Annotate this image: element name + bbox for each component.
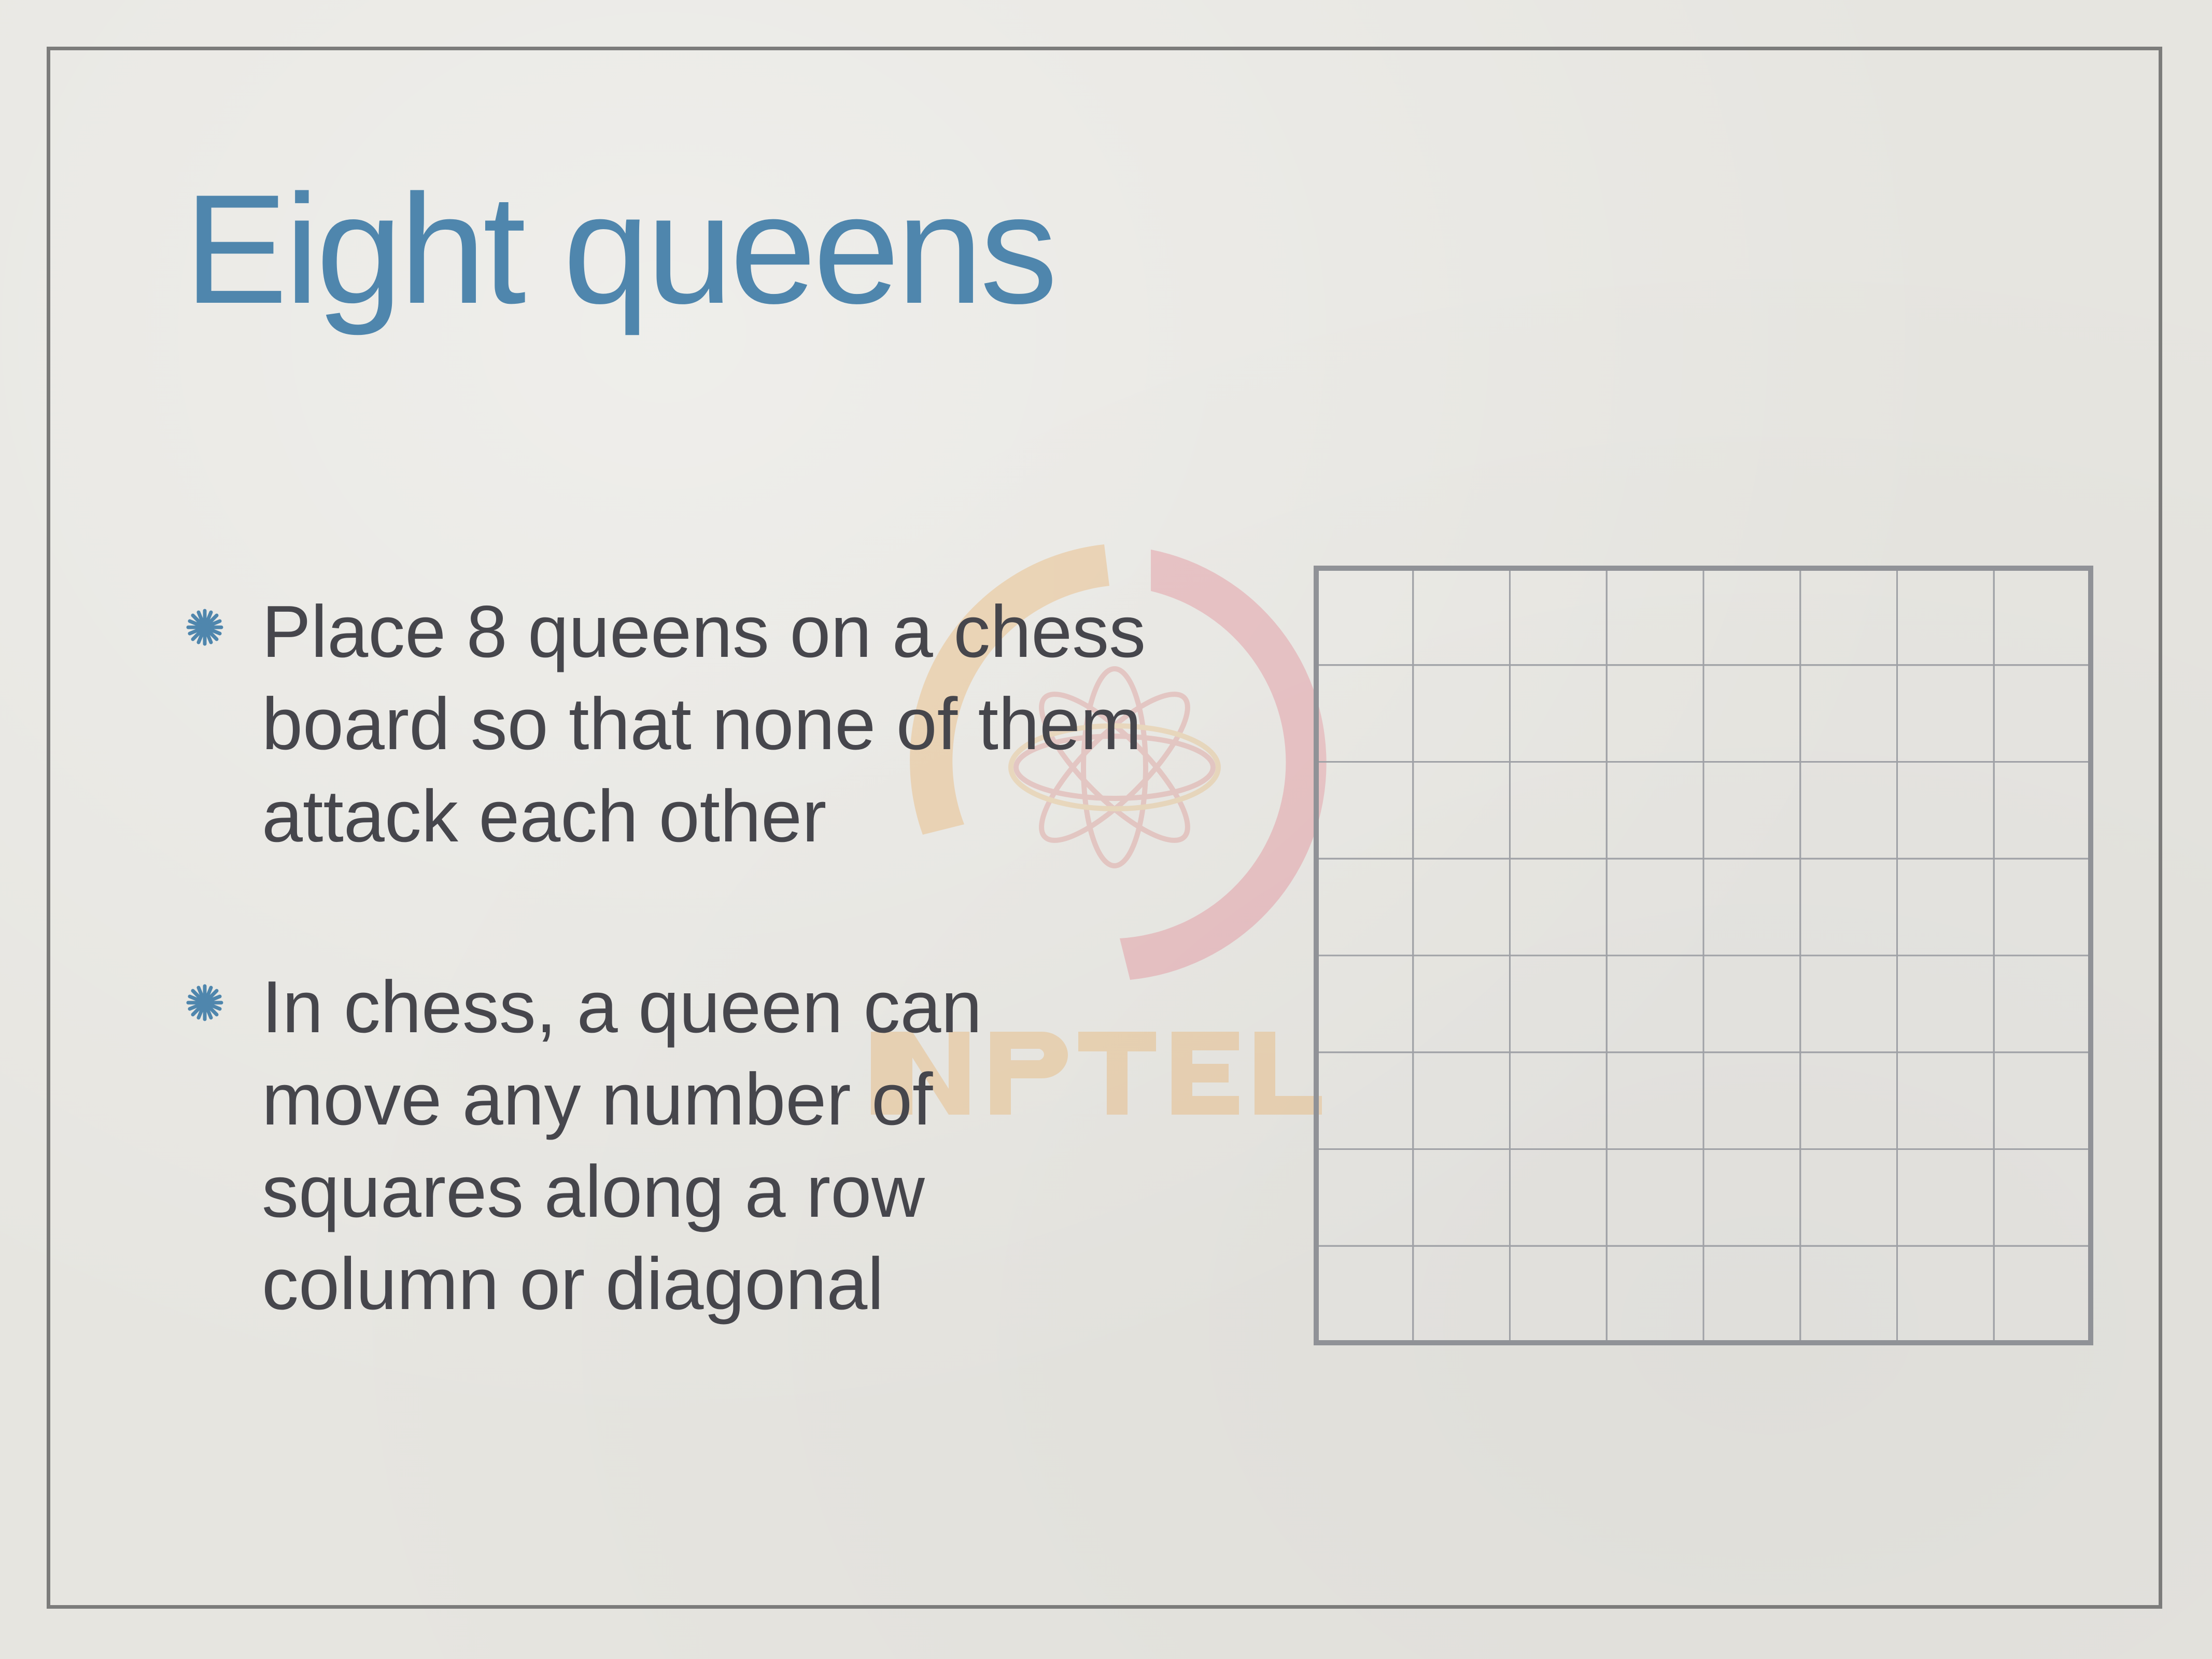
board-square xyxy=(1799,567,1898,666)
asterisk-bullet-icon xyxy=(186,609,223,646)
bullet-list: Place 8 queens on a chess board so that … xyxy=(184,586,1273,1429)
board-square xyxy=(1702,954,1801,1053)
board-square xyxy=(1509,1051,1608,1150)
board-square xyxy=(1412,1148,1511,1247)
board-square xyxy=(1315,857,1414,957)
board-square xyxy=(1896,761,1995,860)
board-square xyxy=(1799,1148,1898,1247)
board-square xyxy=(1896,1245,1995,1344)
board-square xyxy=(1799,857,1898,957)
board-square xyxy=(1993,1245,2092,1344)
bullet-item: Place 8 queens on a chess board so that … xyxy=(184,586,1273,863)
board-square xyxy=(1993,954,2092,1053)
board-square xyxy=(1702,1245,1801,1344)
board-square xyxy=(1509,664,1608,763)
board-square xyxy=(1702,1148,1801,1247)
board-square xyxy=(1799,761,1898,860)
board-square xyxy=(1605,761,1704,860)
board-square xyxy=(1702,857,1801,957)
board-square xyxy=(1799,954,1898,1053)
asterisk-bullet-icon xyxy=(186,984,223,1021)
board-square xyxy=(1315,1148,1414,1247)
board-square xyxy=(1605,1148,1704,1247)
board-square xyxy=(1412,761,1511,860)
board-square xyxy=(1315,1051,1414,1150)
board-square xyxy=(1702,1051,1801,1150)
board-square xyxy=(1315,954,1414,1053)
board-square xyxy=(1315,567,1414,666)
board-square xyxy=(1412,567,1511,666)
board-square xyxy=(1993,761,2092,860)
board-square xyxy=(1605,857,1704,957)
board-square xyxy=(1605,664,1704,763)
board-square xyxy=(1412,1245,1511,1344)
board-square xyxy=(1702,761,1801,860)
board-square xyxy=(1315,664,1414,763)
board-square xyxy=(1896,1148,1995,1247)
bullet-text: In chess, a queen can move any number of… xyxy=(262,966,982,1325)
slide-title: Eight queens xyxy=(184,162,1058,336)
board-square xyxy=(1799,1051,1898,1150)
board-square xyxy=(1993,1148,2092,1247)
board-square xyxy=(1799,664,1898,763)
board-square xyxy=(1412,954,1511,1053)
board-square xyxy=(1993,567,2092,666)
board-square xyxy=(1605,1245,1704,1344)
board-square xyxy=(1605,1051,1704,1150)
board-square xyxy=(1896,1051,1995,1150)
board-square xyxy=(1605,567,1704,666)
chess-board xyxy=(1314,566,2093,1345)
board-square xyxy=(1896,857,1995,957)
bullet-text: Place 8 queens on a chess board so that … xyxy=(262,591,1146,857)
board-square xyxy=(1896,567,1995,666)
board-square xyxy=(1702,567,1801,666)
board-square xyxy=(1315,761,1414,860)
board-square xyxy=(1509,954,1608,1053)
board-square xyxy=(1605,954,1704,1053)
board-square xyxy=(1412,857,1511,957)
board-square xyxy=(1509,567,1608,666)
board-square xyxy=(1896,664,1995,763)
board-square xyxy=(1509,1148,1608,1247)
bullet-item: In chess, a queen can move any number of… xyxy=(184,961,1273,1330)
board-square xyxy=(1993,1051,2092,1150)
board-square xyxy=(1896,954,1995,1053)
board-square xyxy=(1702,664,1801,763)
board-square xyxy=(1993,857,2092,957)
board-square xyxy=(1799,1245,1898,1344)
board-square xyxy=(1315,1245,1414,1344)
board-square xyxy=(1509,1245,1608,1344)
board-square xyxy=(1412,1051,1511,1150)
board-square xyxy=(1993,664,2092,763)
board-square xyxy=(1412,664,1511,763)
board-square xyxy=(1509,857,1608,957)
board-square xyxy=(1509,761,1608,860)
